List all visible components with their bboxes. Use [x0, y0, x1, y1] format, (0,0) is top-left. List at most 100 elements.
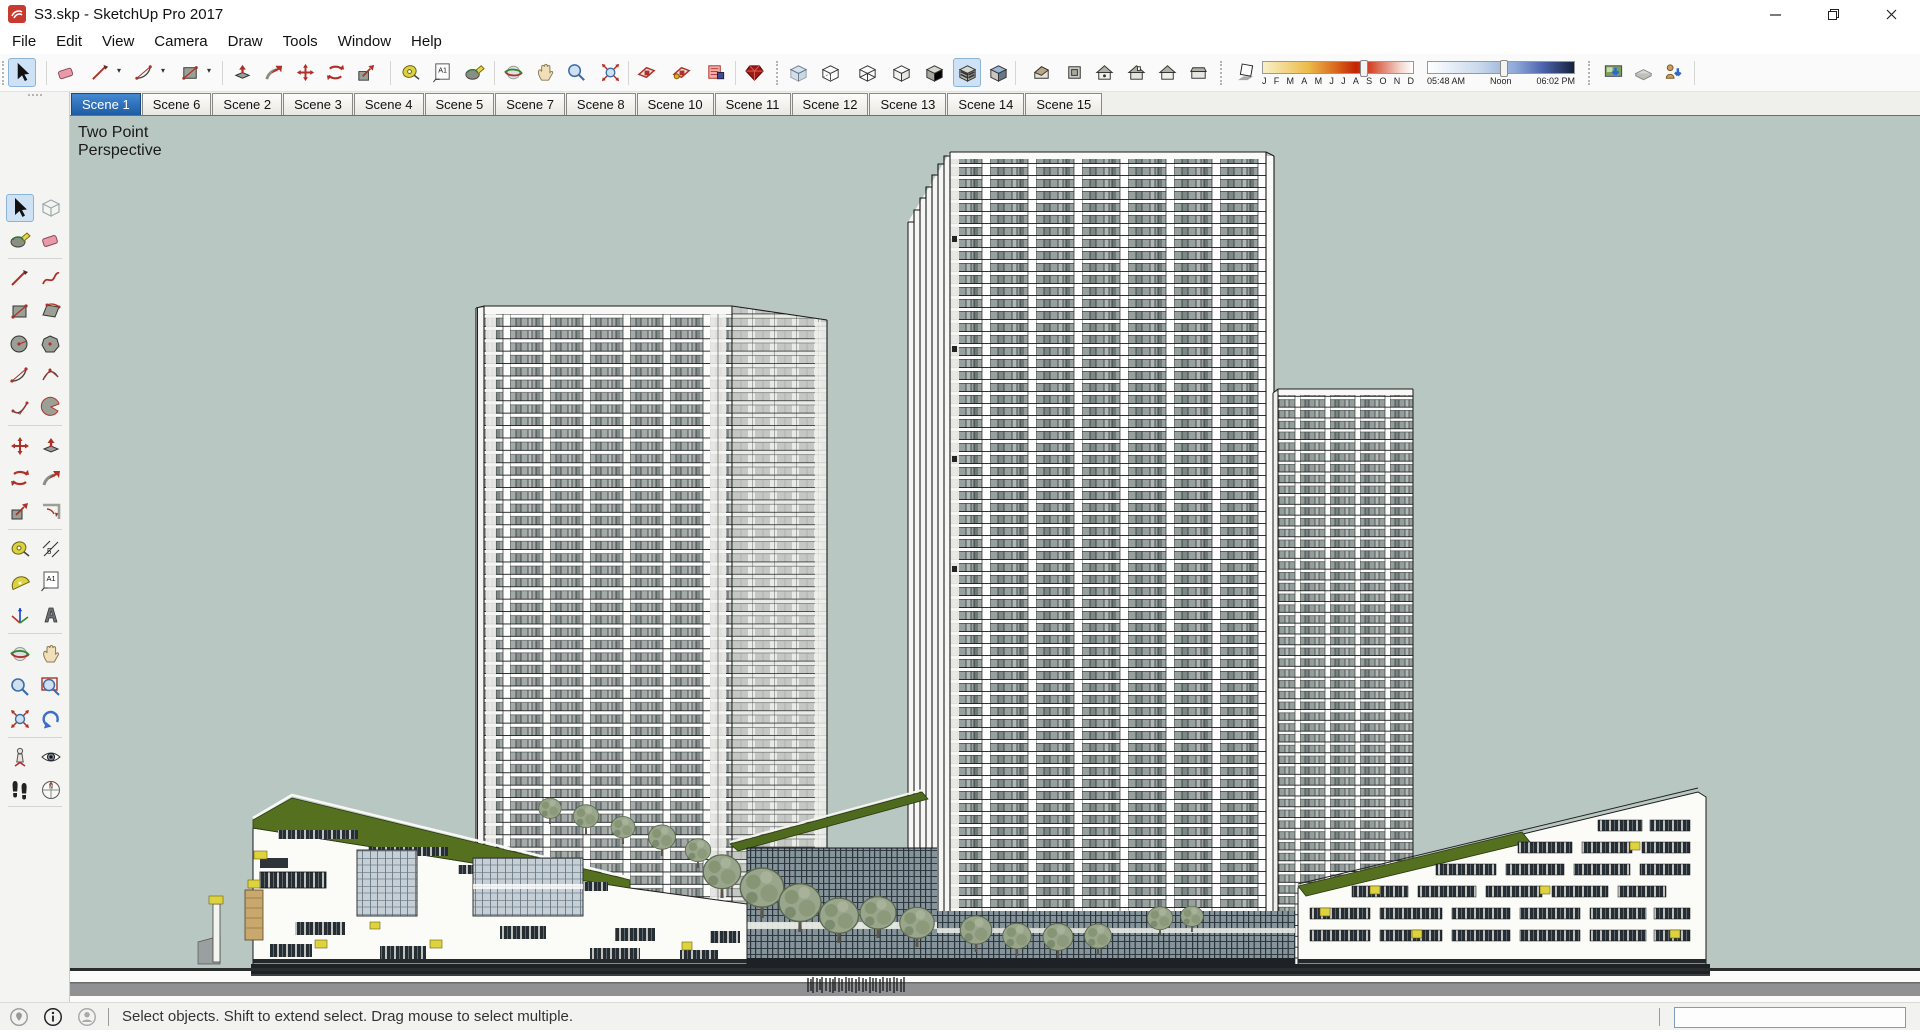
tape-measure-tool[interactable] — [6, 535, 34, 563]
line-tool[interactable] — [6, 264, 34, 292]
menu-view[interactable]: View — [94, 31, 146, 52]
menu-tools[interactable]: Tools — [275, 31, 330, 52]
orbit-tool[interactable] — [6, 640, 34, 668]
zoom-window-tool[interactable] — [37, 673, 65, 701]
push-pull-tool[interactable] — [37, 432, 65, 460]
section-fill-button[interactable] — [701, 58, 729, 87]
previous-tool[interactable] — [37, 705, 65, 733]
scene-tab-scene-7[interactable]: Scene 7 — [495, 93, 565, 115]
zoom-button[interactable] — [562, 58, 590, 87]
offset-tool[interactable] — [37, 497, 65, 525]
top-view-button[interactable] — [1060, 58, 1088, 87]
three-point-arc-tool[interactable] — [6, 393, 34, 421]
pan-button[interactable] — [531, 58, 559, 87]
scene-tab-scene-15[interactable]: Scene 15 — [1025, 93, 1103, 115]
3d-text-tool[interactable] — [37, 601, 65, 629]
restore-button[interactable] — [1804, 0, 1862, 29]
protractor-tool[interactable] — [6, 567, 34, 595]
scene-tab-scene-8[interactable]: Scene 8 — [565, 93, 636, 115]
scale-tool[interactable] — [6, 497, 34, 525]
monochrome-button[interactable] — [984, 58, 1012, 87]
section-cut-button[interactable] — [632, 58, 660, 87]
toolbar-grip[interactable] — [1220, 61, 1224, 85]
share-model-button[interactable] — [1629, 58, 1657, 87]
menu-camera[interactable]: Camera — [146, 31, 219, 52]
dropdown-arrow-icon[interactable]: ▾ — [158, 66, 168, 80]
toolbar-grip[interactable] — [776, 61, 780, 85]
palette-grip[interactable] — [28, 94, 42, 98]
geolocation-button[interactable] — [8, 1006, 30, 1028]
line-button[interactable] — [86, 58, 114, 87]
two-point-arc-tool[interactable] — [37, 361, 65, 389]
back-view-button[interactable] — [1153, 58, 1181, 87]
model-viewport[interactable]: Two Point Perspective — [70, 116, 1920, 1002]
zoom-tool[interactable] — [6, 673, 34, 701]
push-pull-button[interactable] — [228, 58, 256, 87]
scene-tab-scene-4[interactable]: Scene 4 — [353, 93, 424, 115]
toolbar-grip[interactable] — [2, 61, 6, 85]
axes-tool[interactable] — [6, 601, 34, 629]
make-component-tool[interactable] — [37, 194, 65, 222]
scene-tab-scene-3[interactable]: Scene 3 — [283, 93, 353, 115]
hidden-line-button[interactable] — [887, 58, 915, 87]
rectangle-button[interactable] — [176, 58, 204, 87]
dropdown-arrow-icon[interactable]: ▾ — [114, 66, 124, 80]
dropdown-arrow-icon[interactable]: ▾ — [204, 66, 214, 80]
model-scene[interactable] — [70, 116, 1920, 1002]
text-tool[interactable]: A1 — [37, 567, 65, 595]
minimize-button[interactable] — [1746, 0, 1804, 29]
shadow-date-slider-handle[interactable] — [1359, 60, 1368, 77]
share-component-button[interactable] — [1659, 58, 1687, 87]
menu-file[interactable]: File — [4, 31, 48, 52]
rotate-button[interactable] — [321, 58, 349, 87]
scene-tab-scene-12[interactable]: Scene 12 — [791, 93, 869, 115]
rotated-rectangle-tool[interactable] — [37, 297, 65, 325]
orbit-button[interactable] — [499, 58, 527, 87]
position-camera-tool[interactable] — [6, 743, 34, 771]
scene-tab-scene-6[interactable]: Scene 6 — [141, 93, 212, 115]
shadow-date-slider[interactable]: JFMAMJJASOND — [1262, 60, 1414, 86]
close-button[interactable] — [1862, 0, 1920, 29]
eraser-button[interactable] — [52, 58, 80, 87]
section-display-button[interactable] — [667, 58, 695, 87]
paint-bucket-tool[interactable] — [6, 226, 34, 254]
freehand-tool[interactable] — [37, 264, 65, 292]
select-tool[interactable] — [6, 194, 34, 222]
scene-tab-scene-13[interactable]: Scene 13 — [869, 93, 947, 115]
tape-measure-button[interactable] — [396, 58, 424, 87]
move-button[interactable] — [291, 58, 319, 87]
select-button[interactable] — [8, 58, 36, 87]
zoom-extents-button[interactable] — [596, 58, 624, 87]
polygon-tool[interactable] — [37, 330, 65, 358]
section-plane-tool[interactable]: N — [37, 776, 65, 804]
walk-tool[interactable] — [6, 776, 34, 804]
shaded-textures-button[interactable] — [953, 58, 981, 87]
toolbar-grip[interactable] — [1588, 61, 1592, 85]
arc-tool[interactable] — [6, 361, 34, 389]
get-models-button[interactable] — [1599, 58, 1627, 87]
dimension-tool[interactable]: 5 — [37, 535, 65, 563]
back-edges-button[interactable] — [816, 58, 844, 87]
shadows-toggle-button[interactable] — [1232, 58, 1260, 87]
look-around-tool[interactable] — [37, 743, 65, 771]
pie-tool[interactable] — [37, 393, 65, 421]
user-button[interactable] — [76, 1006, 98, 1028]
scene-tab-scene-2[interactable]: Scene 2 — [212, 93, 283, 115]
circle-tool[interactable] — [6, 330, 34, 358]
arc-button[interactable] — [130, 58, 158, 87]
scene-tab-scene-1[interactable]: Scene 1 — [71, 93, 141, 115]
text-button[interactable]: A1 — [428, 58, 456, 87]
info-button[interactable] — [42, 1006, 64, 1028]
front-view-button[interactable] — [1090, 58, 1118, 87]
ruby-console-button[interactable] — [740, 58, 768, 87]
scene-tab-scene-10[interactable]: Scene 10 — [636, 93, 714, 115]
measurements-box[interactable] — [1674, 1007, 1906, 1028]
menu-help[interactable]: Help — [403, 31, 454, 52]
pan-tool[interactable] — [37, 640, 65, 668]
wireframe-button[interactable] — [853, 58, 881, 87]
shadow-time-slider-handle[interactable] — [1499, 60, 1508, 77]
menu-edit[interactable]: Edit — [48, 31, 94, 52]
iso-view-button[interactable] — [1027, 58, 1055, 87]
rectangle-tool[interactable] — [6, 297, 34, 325]
scene-tab-scene-11[interactable]: Scene 11 — [714, 93, 791, 115]
